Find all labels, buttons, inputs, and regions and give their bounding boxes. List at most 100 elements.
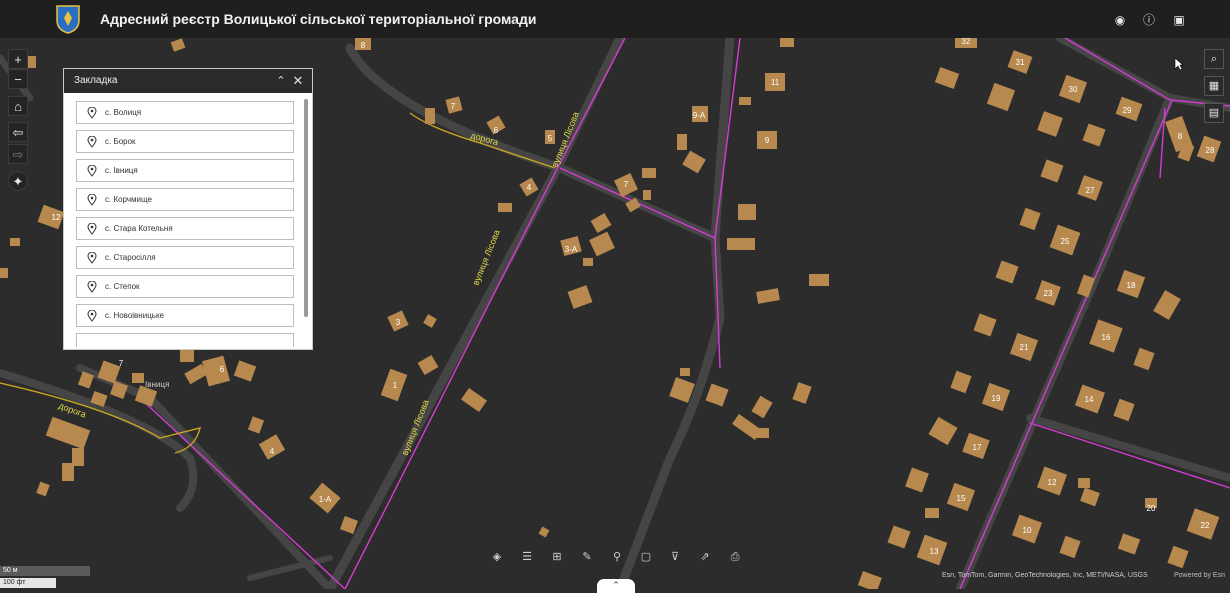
house-number: 4 xyxy=(270,447,275,456)
print-icon[interactable]: ⎙ xyxy=(728,550,742,564)
house-number: 19 xyxy=(992,394,1001,403)
house-number: 20 xyxy=(1147,504,1156,513)
edit-icon[interactable]: ▢ xyxy=(639,550,653,564)
place-label: Івниця xyxy=(145,380,169,389)
bookmark-item[interactable]: с. Новоівницьке xyxy=(76,304,294,327)
house-number: 9 xyxy=(765,136,770,145)
house-number: 22 xyxy=(1201,521,1210,530)
arrow-right-icon[interactable]: ⇨ xyxy=(8,144,28,164)
house-number: 12 xyxy=(1048,478,1057,487)
map-pin-icon xyxy=(87,281,97,293)
basemap-icon[interactable]: ▤ xyxy=(1204,103,1224,123)
bookmark-item[interactable]: с. Степок xyxy=(76,275,294,298)
house-number: 8 xyxy=(361,41,366,50)
house-number: 6 xyxy=(220,365,225,374)
map-pin-icon xyxy=(87,136,97,148)
info-icon[interactable]: ⓘ xyxy=(1141,12,1157,28)
house-number: 8 xyxy=(1178,132,1183,141)
legend-icon[interactable]: ☰ xyxy=(520,550,534,564)
house-number: 4 xyxy=(527,183,532,192)
home-icon[interactable]: ⌂ xyxy=(8,96,28,116)
house-number: 7 xyxy=(451,102,456,111)
house-number: 1-А xyxy=(319,495,332,504)
scale-metric: 50 м xyxy=(0,566,90,576)
map-pin-icon xyxy=(87,107,97,119)
map-pin-icon xyxy=(87,194,97,206)
house-number: 30 xyxy=(1069,85,1078,94)
map-pin-icon xyxy=(87,165,97,177)
map-pin-icon xyxy=(87,223,97,235)
bookmark-label: с. Корчмище xyxy=(105,195,152,204)
house-number: 21 xyxy=(1020,343,1029,352)
house-number: 7 xyxy=(119,359,124,368)
app-title: Адресний реєстр Волицької сільської тери… xyxy=(100,11,537,27)
user-icon[interactable]: ▣ xyxy=(1171,12,1187,28)
bookmark-panel: Закладка ⌃ ✕ с. Волиця с. Борок с. Івниц… xyxy=(63,68,313,350)
bookmark-label: с. Новоівницьке xyxy=(105,311,164,320)
powered-by-esri[interactable]: Powered by Esri xyxy=(1174,572,1230,584)
compass-icon[interactable]: ✦ xyxy=(8,171,28,191)
share-icon[interactable]: ⇗ xyxy=(698,550,712,564)
app-header: Адресний реєстр Волицької сільської тери… xyxy=(0,0,1230,38)
house-number: 3-А xyxy=(565,245,578,254)
house-number: 12 xyxy=(52,213,61,222)
bookmark-label: с. Івниця xyxy=(105,166,138,175)
qr-code-icon[interactable]: ▦ xyxy=(1204,76,1224,96)
house-number: 9-А xyxy=(693,111,706,120)
house-number: 7 xyxy=(624,180,629,189)
query-icon[interactable]: ⚲ xyxy=(610,550,624,564)
house-number: 1 xyxy=(393,381,398,390)
zoom-in-button[interactable]: + xyxy=(8,49,28,69)
bookmark-label: с. Борок xyxy=(105,137,136,146)
chevron-up-icon[interactable]: ⌃ xyxy=(597,579,635,593)
zoom-out-button[interactable]: − xyxy=(8,69,28,89)
panel-scrollbar[interactable] xyxy=(304,99,308,317)
filter-icon[interactable]: ⊽ xyxy=(668,550,682,564)
arrow-left-icon[interactable]: ⇦ xyxy=(8,122,28,142)
bookmark-item[interactable]: с. Борок xyxy=(76,130,294,153)
scale-bar: 50 м 100 фт xyxy=(0,566,90,588)
house-number: 5 xyxy=(548,134,553,143)
house-number: 16 xyxy=(1102,333,1111,342)
house-number: 29 xyxy=(1123,106,1132,115)
house-number: 32 xyxy=(962,38,971,46)
bookmark-item[interactable]: с. Корчмище xyxy=(76,188,294,211)
bookmark-label: с. Степок xyxy=(105,282,140,291)
coat-of-arms-icon xyxy=(56,5,80,34)
house-number: 25 xyxy=(1061,237,1070,246)
bookmark-label: с. Стара Котельня xyxy=(105,224,173,233)
chevron-up-double-icon[interactable]: ⌃ xyxy=(274,73,288,89)
house-number: 14 xyxy=(1085,395,1094,404)
map-pin-icon xyxy=(87,310,97,322)
layers-icon[interactable]: ◈ xyxy=(490,550,504,564)
house-number: 3 xyxy=(396,318,401,327)
house-number: 31 xyxy=(1016,58,1025,67)
bookmark-item[interactable]: с. Волиця xyxy=(76,101,294,124)
map-attribution[interactable]: Esri, TomTom, Garmin, GeoTechnologies, I… xyxy=(942,572,1172,584)
scale-imperial: 100 фт xyxy=(0,578,56,588)
house-number: 6 xyxy=(494,126,499,135)
eye-icon[interactable]: ◉ xyxy=(1112,12,1128,28)
map-pin-icon xyxy=(87,252,97,264)
sketch-icon[interactable]: ✎ xyxy=(580,550,594,564)
house-number: 28 xyxy=(1206,146,1215,155)
bookmark-label: с. Волиця xyxy=(105,108,142,117)
bookmark-item[interactable]: с. Івниця xyxy=(76,159,294,182)
close-icon[interactable]: ✕ xyxy=(291,73,305,89)
house-number: 10 xyxy=(1023,526,1032,535)
bookmark-item-partial[interactable] xyxy=(76,333,294,347)
bookmark-item[interactable]: с. Стара Котельня xyxy=(76,217,294,240)
panel-title: Закладка xyxy=(74,75,118,86)
mouse-cursor-icon xyxy=(1174,57,1184,71)
house-number: 13 xyxy=(930,547,939,556)
house-number: 23 xyxy=(1044,289,1053,298)
table-icon[interactable]: ⊞ xyxy=(550,550,564,564)
house-number: 27 xyxy=(1086,186,1095,195)
panel-header: Закладка ⌃ ✕ xyxy=(64,69,312,93)
house-number: 15 xyxy=(957,494,966,503)
house-number: 11 xyxy=(771,78,780,87)
bookmark-item[interactable]: с. Старосілля xyxy=(76,246,294,269)
bookmark-label: с. Старосілля xyxy=(105,253,156,262)
search-icon[interactable]: ⌕ xyxy=(1204,49,1224,69)
house-number: 17 xyxy=(973,443,982,452)
